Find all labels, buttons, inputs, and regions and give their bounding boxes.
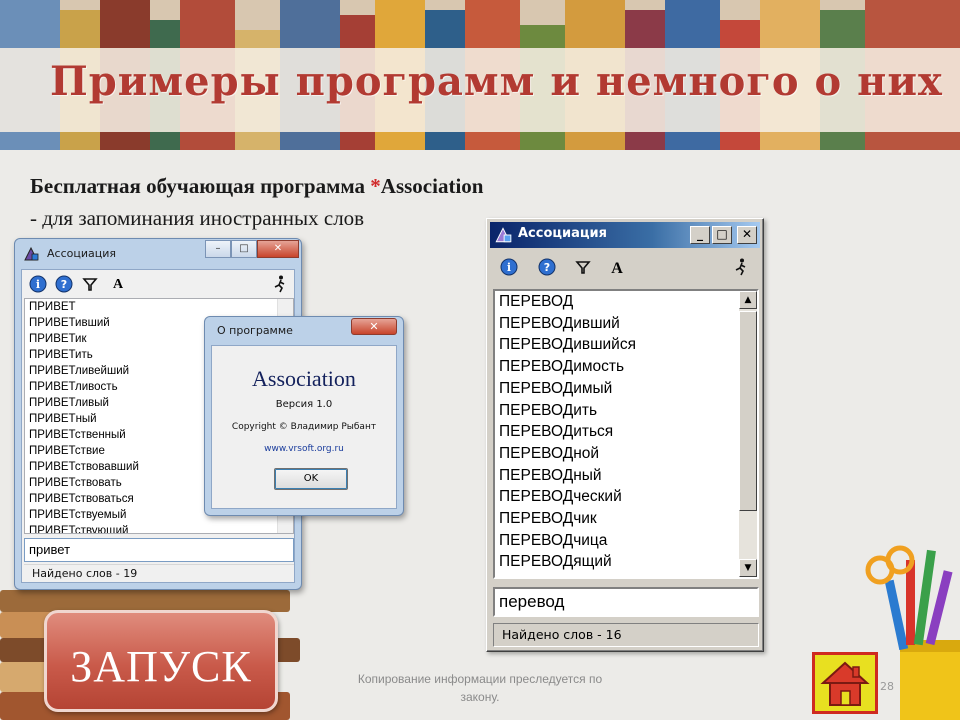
program-heading: Бесплатная обучающая программа *Associat… bbox=[30, 174, 483, 199]
list-item[interactable]: ПЕРЕВОДивший bbox=[495, 313, 757, 335]
list-item[interactable]: ПЕРЕВОДимость bbox=[495, 356, 757, 378]
copyright-footer: Копирование информации преследуется по з… bbox=[357, 672, 603, 704]
font-icon[interactable]: A bbox=[108, 274, 128, 294]
heading-star: * bbox=[370, 174, 381, 198]
app-icon bbox=[495, 227, 512, 243]
list-item[interactable]: ПЕРЕВОДной bbox=[495, 443, 757, 465]
about-copyright: Copyright © Владимир Рыбант bbox=[231, 422, 377, 432]
pencils-decoration bbox=[865, 545, 960, 720]
dialog-title-bar[interactable]: О программе ✕ bbox=[205, 317, 403, 345]
list-item[interactable]: ПЕРЕВОДческий bbox=[495, 486, 757, 508]
heading-prefix: Бесплатная обучающая программа bbox=[30, 174, 371, 198]
info-icon[interactable]: i bbox=[499, 257, 519, 277]
list-item[interactable]: ПЕРЕВОДимый bbox=[495, 378, 757, 400]
launch-label: ЗАПУСК bbox=[70, 642, 252, 691]
toolbar: i ? A bbox=[22, 270, 294, 298]
dialog-body: Association Версия 1.0 Copyright © Влади… bbox=[211, 345, 397, 509]
svg-text:i: i bbox=[36, 278, 40, 291]
association-window-right: Ассоциация _ □ ✕ i ? A ПЕРЕВОД ПЕРЕВОДив… bbox=[486, 218, 764, 652]
search-input[interactable]: привет bbox=[24, 538, 294, 562]
list-item[interactable]: ПЕРЕВОДчица bbox=[495, 530, 757, 552]
runner-icon[interactable] bbox=[270, 274, 290, 294]
word-list[interactable]: ПЕРЕВОД ПЕРЕВОДивший ПЕРЕВОДившийся ПЕРЕ… bbox=[493, 289, 759, 579]
app-icon bbox=[24, 246, 39, 261]
help-icon[interactable]: ? bbox=[54, 274, 74, 294]
scroll-up-arrow-icon[interactable]: ▲ bbox=[739, 291, 757, 309]
close-button[interactable]: ✕ bbox=[257, 240, 299, 258]
svg-text:?: ? bbox=[61, 278, 67, 291]
filter-icon[interactable] bbox=[573, 257, 593, 277]
info-icon[interactable]: i bbox=[28, 274, 48, 294]
program-description: - для запоминания иностранных слов bbox=[30, 206, 365, 230]
list-item[interactable]: ПЕРЕВОДящий bbox=[495, 551, 757, 573]
scroll-thumb[interactable] bbox=[739, 311, 757, 511]
dialog-close-button[interactable]: ✕ bbox=[351, 318, 397, 335]
filter-icon[interactable] bbox=[80, 274, 100, 294]
list-item[interactable]: ПРИВЕТствующий bbox=[25, 523, 293, 533]
svg-text:i: i bbox=[507, 261, 511, 274]
window-title: Ассоциация bbox=[518, 226, 608, 241]
heading-app-name: Association bbox=[380, 174, 484, 198]
about-version: Версия 1.0 bbox=[275, 399, 333, 410]
svg-text:?: ? bbox=[544, 261, 550, 274]
list-item[interactable]: ПЕРЕВОДчик bbox=[495, 508, 757, 530]
font-icon[interactable]: A bbox=[607, 258, 627, 278]
vertical-scrollbar[interactable]: ▲ ▼ bbox=[739, 291, 757, 577]
search-input[interactable]: перевод bbox=[493, 587, 759, 617]
dialog-title: О программе bbox=[217, 324, 293, 337]
maximize-button[interactable]: □ bbox=[712, 226, 732, 244]
list-item[interactable]: ПЕРЕВОДиться bbox=[495, 421, 757, 443]
list-item[interactable]: ПЕРЕВОДившийся bbox=[495, 334, 757, 356]
launch-button[interactable]: ЗАПУСК bbox=[44, 610, 278, 712]
window-title: Ассоциация bbox=[47, 247, 116, 260]
status-bar: Найдено слов - 19 bbox=[24, 564, 294, 582]
title-bar[interactable]: Ассоциация _ □ ✕ bbox=[490, 222, 760, 248]
status-bar: Найдено слов - 16 bbox=[493, 623, 759, 647]
close-button[interactable]: ✕ bbox=[737, 226, 757, 244]
list-item[interactable]: ПРИВЕТ bbox=[25, 299, 293, 315]
minimize-button[interactable]: – bbox=[205, 240, 231, 258]
about-website-link[interactable]: www.vrsoft.org.ru bbox=[212, 444, 396, 454]
maximize-button[interactable]: □ bbox=[231, 240, 257, 258]
about-dialog: О программе ✕ Association Версия 1.0 Cop… bbox=[204, 316, 404, 516]
page-title: Примеры программ и немного о них bbox=[50, 58, 943, 105]
list-item[interactable]: ПЕРЕВОДный bbox=[495, 465, 757, 487]
list-item[interactable]: ПЕРЕВОДить bbox=[495, 400, 757, 422]
minimize-button[interactable]: _ bbox=[690, 226, 710, 244]
scroll-down-arrow-icon[interactable]: ▼ bbox=[739, 559, 757, 577]
ok-button[interactable]: OK bbox=[274, 468, 348, 490]
help-icon[interactable]: ? bbox=[537, 257, 557, 277]
title-bar[interactable]: Ассоциация – □ ✕ bbox=[15, 239, 301, 269]
about-app-name: Association bbox=[252, 366, 356, 391]
toolbar: i ? A bbox=[493, 251, 759, 285]
list-item[interactable]: ПЕРЕВОД bbox=[495, 291, 757, 313]
runner-icon[interactable] bbox=[731, 257, 751, 277]
